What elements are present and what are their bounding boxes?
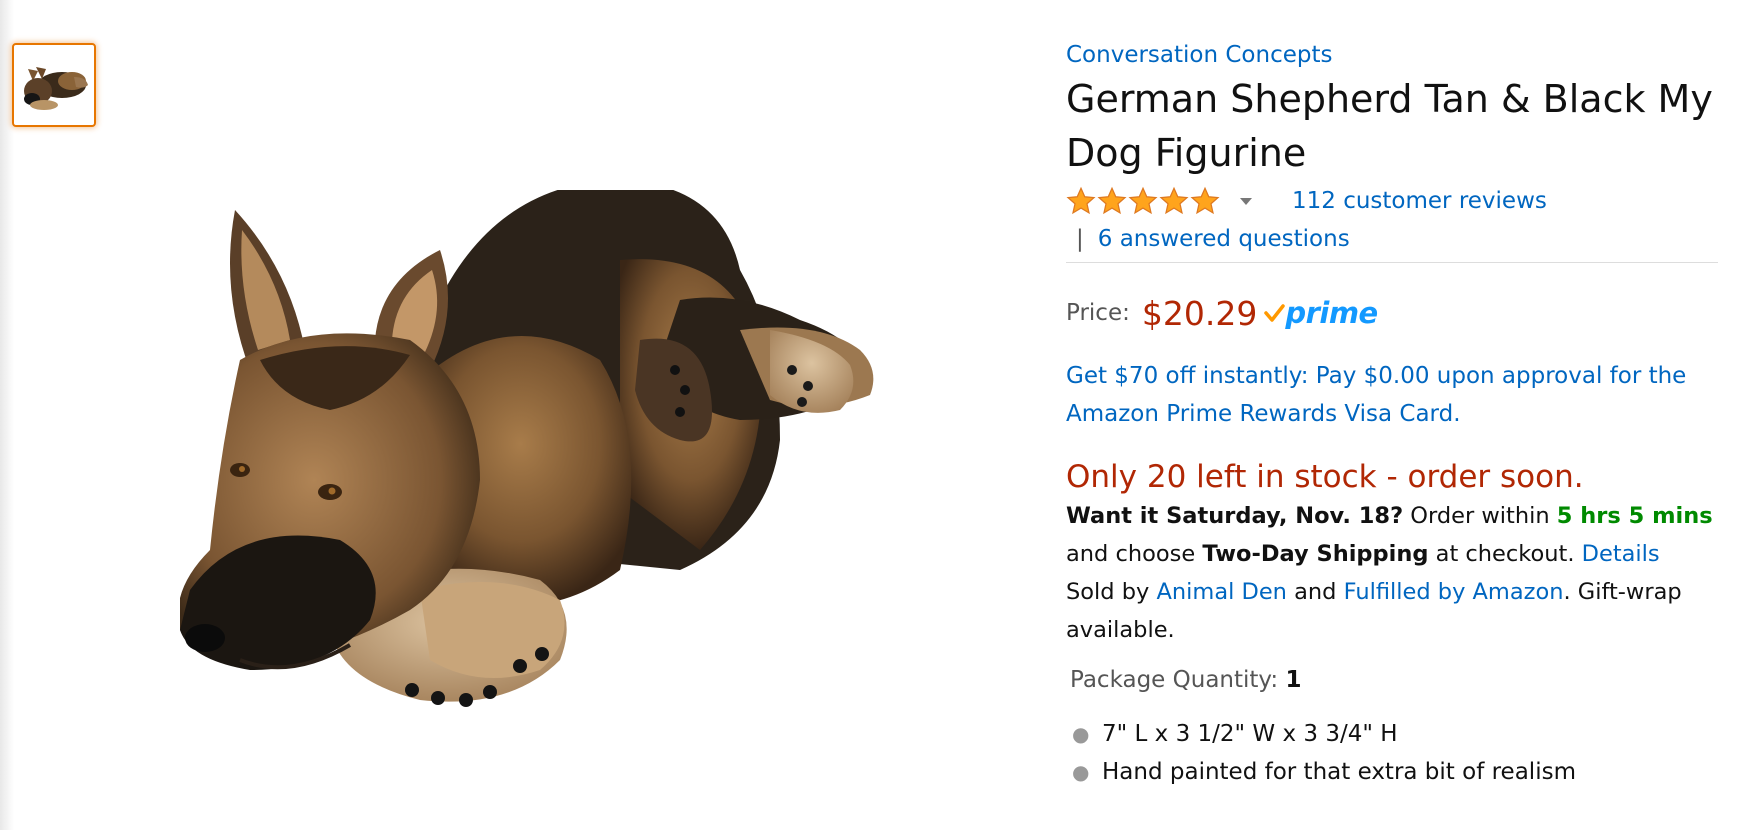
shipping-details-link[interactable]: Details (1582, 541, 1660, 567)
list-item: ● Hand painted for that extra bit of rea… (1066, 753, 1726, 791)
bullet-text: 7" L x 3 1/2" W x 3 3/4" H (1102, 721, 1398, 747)
delivery-countdown: 5 hrs 5 mins (1556, 503, 1713, 529)
sold-by-text: Sold by (1066, 579, 1150, 605)
star-icon (1066, 186, 1096, 215)
product-title: German Shepherd Tan & Black My Dog Figur… (1066, 77, 1713, 175)
fulfilled-by-amazon-link[interactable]: Fulfilled by Amazon (1344, 579, 1564, 605)
star-icon (1128, 186, 1158, 215)
package-quantity-value: 1 (1285, 667, 1302, 693)
package-quantity-label: Package Quantity: (1070, 667, 1279, 693)
delivery-date: Want it Saturday, Nov. 18? (1066, 503, 1404, 529)
prime-visa-promo-link[interactable]: Get $70 off instantly: Pay $0.00 upon ap… (1066, 357, 1716, 433)
order-within-text: Order within (1410, 503, 1550, 529)
star-icon (1159, 186, 1189, 215)
bullet-icon: ● (1072, 760, 1090, 784)
brand-link[interactable]: Conversation Concepts (1066, 38, 1332, 72)
choose-text: and choose (1066, 541, 1196, 567)
list-item: ● 7" L x 3 1/2" W x 3 3/4" H (1066, 715, 1726, 753)
shipping-option: Two-Day Shipping (1202, 541, 1429, 567)
answered-questions-row: | 6 answered questions (1066, 220, 1726, 258)
rating-dropdown-chevron-icon[interactable] (1240, 197, 1252, 205)
product-main-image[interactable] (180, 190, 960, 820)
prime-badge[interactable]: prime (1263, 296, 1378, 330)
bullet-icon: ● (1072, 722, 1090, 746)
separator-pipe: | (1076, 226, 1084, 252)
prime-check-icon (1264, 304, 1286, 322)
package-quantity: Package Quantity: 1 (1070, 667, 1726, 693)
price-value: $20.29 (1141, 293, 1258, 333)
rating-row: 112 customer reviews (1066, 182, 1726, 220)
divider (1066, 262, 1718, 263)
checkout-text: at checkout. (1435, 541, 1575, 567)
seller-link[interactable]: Animal Den (1157, 579, 1287, 605)
dog-thumbnail-icon (24, 67, 88, 110)
star-rating[interactable] (1066, 186, 1220, 216)
answered-questions-link[interactable]: 6 answered questions (1098, 226, 1350, 252)
bullet-text: Hand painted for that extra bit of reali… (1102, 759, 1576, 785)
price-row: Price: $20.29 prime (1066, 291, 1726, 335)
product-info: Conversation Concepts German Shepherd Ta… (1066, 38, 1726, 791)
product-thumbnail[interactable] (12, 43, 96, 127)
delivery-info: Want it Saturday, Nov. 18? Order within … (1066, 497, 1726, 649)
prime-label: prime (1285, 296, 1378, 330)
star-icon (1190, 186, 1220, 215)
price-label: Price: (1066, 300, 1130, 326)
customer-reviews-link[interactable]: 112 customer reviews (1292, 188, 1547, 214)
feature-bullets: ● 7" L x 3 1/2" W x 3 3/4" H ● Hand pain… (1066, 715, 1726, 791)
and-text: and (1294, 579, 1337, 605)
stock-status: Only 20 left in stock - order soon. (1066, 459, 1584, 495)
star-icon (1097, 186, 1127, 215)
